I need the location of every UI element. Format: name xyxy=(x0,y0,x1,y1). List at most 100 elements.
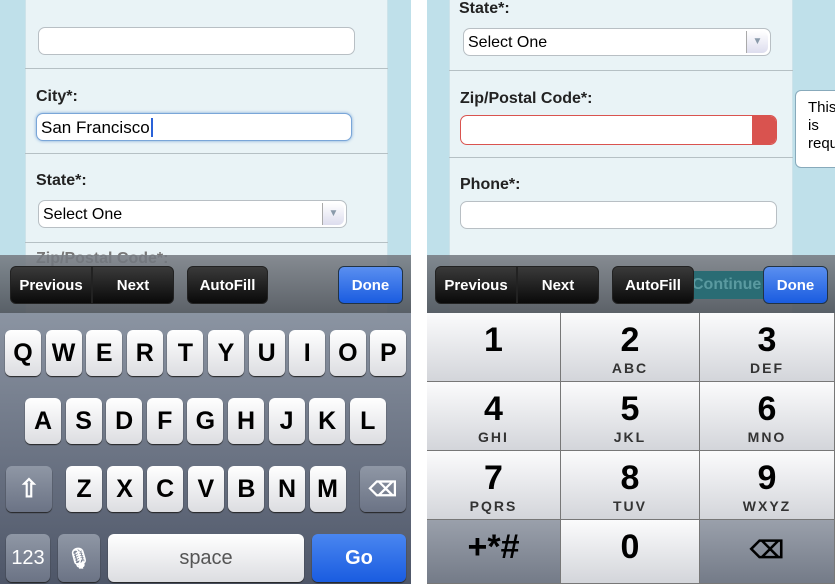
key-digit: 8 xyxy=(620,459,640,497)
key-letters: PQRS xyxy=(469,498,518,514)
keypad-key-0[interactable]: 0 xyxy=(561,520,700,584)
key-h[interactable]: H xyxy=(228,398,264,444)
keypad-key-3[interactable]: 3 DEF xyxy=(700,313,835,382)
key-n[interactable]: N xyxy=(269,466,305,512)
error-icon xyxy=(752,116,776,144)
form-toolbar: Previous Next AutoFill Done xyxy=(0,255,411,313)
key-digit: 7 xyxy=(484,459,503,497)
key-v[interactable]: V xyxy=(187,466,224,512)
space-key[interactable]: space xyxy=(108,534,304,582)
keypad-key-5[interactable]: 5 JKL xyxy=(561,382,700,451)
key-u[interactable]: U xyxy=(248,330,285,376)
microphone-icon: 🎙 xyxy=(66,547,92,570)
city-input[interactable]: San Francisco xyxy=(36,113,352,141)
key-x[interactable]: X xyxy=(106,466,143,512)
keypad-key-6[interactable]: 6 MNO xyxy=(700,382,835,451)
shift-key[interactable]: ⇧ xyxy=(6,466,52,512)
state-value: Select One xyxy=(43,206,123,223)
next-button[interactable]: Next xyxy=(517,266,599,304)
key-o[interactable]: O xyxy=(329,330,366,376)
key-r[interactable]: R xyxy=(126,330,163,376)
key-letters: DEF xyxy=(750,360,784,376)
key-s[interactable]: S xyxy=(65,398,102,444)
key-w[interactable]: W xyxy=(45,330,82,376)
key-k[interactable]: K xyxy=(309,398,346,444)
phone-label: Phone*: xyxy=(460,176,521,193)
key-digit: 5 xyxy=(620,390,640,428)
address-input[interactable] xyxy=(38,27,355,55)
key-digit: 9 xyxy=(757,459,777,497)
keypad-key-2[interactable]: 2 ABC xyxy=(561,313,700,382)
go-key[interactable]: Go xyxy=(312,534,406,582)
done-button[interactable]: Done xyxy=(338,266,403,304)
qwerty-keyboard: Q W E R T Y U I O P A S D F G H J K L Z X C V B N M ⇧ ⌫ 123 🎙 space Go xyxy=(0,313,411,584)
divider xyxy=(25,242,388,243)
previous-button[interactable]: Previous xyxy=(10,266,92,304)
keypad-key-4[interactable]: 4 GHI xyxy=(427,382,561,451)
chevron-down-icon: ▼ xyxy=(322,203,344,225)
keypad-key-9[interactable]: 9 WXYZ xyxy=(700,451,835,520)
backspace-icon: ⌫ xyxy=(750,537,784,564)
previous-button[interactable]: Previous xyxy=(435,266,517,304)
done-button[interactable]: Done xyxy=(763,266,828,304)
keypad-key-+*#[interactable]: +*# xyxy=(427,520,561,584)
key-l[interactable]: L xyxy=(349,398,386,444)
backspace-key[interactable]: ⌫ xyxy=(360,466,406,512)
key-b[interactable]: B xyxy=(228,466,265,512)
key-a[interactable]: A xyxy=(25,398,61,444)
key-digit: 1 xyxy=(484,321,503,359)
state-select[interactable]: Select One ▼ xyxy=(463,28,771,56)
dictation-key[interactable]: 🎙 xyxy=(58,534,100,582)
key-digit: +*# xyxy=(467,528,520,566)
state-select[interactable]: Select One ▼ xyxy=(38,200,347,228)
key-letters: GHI xyxy=(478,429,509,445)
zip-input[interactable] xyxy=(460,115,777,145)
key-y[interactable]: Y xyxy=(208,330,244,376)
key-digit: 3 xyxy=(757,321,777,359)
keypad-key-7[interactable]: 7 PQRS xyxy=(427,451,561,520)
key-digit: 0 xyxy=(620,528,640,566)
autofill-button[interactable]: AutoFill xyxy=(187,266,268,304)
key-letters: WXYZ xyxy=(742,498,792,514)
keypad-key-1[interactable]: 1 xyxy=(427,313,561,382)
key-letters: TUV xyxy=(613,498,647,514)
form-toolbar: Continue Previous Next AutoFill Done xyxy=(427,255,835,313)
autofill-button[interactable]: AutoFill xyxy=(612,266,694,304)
key-z[interactable]: Z xyxy=(66,466,102,512)
key-q[interactable]: Q xyxy=(5,330,41,376)
key-d[interactable]: D xyxy=(106,398,143,444)
left-screen: City*: San Francisco State*: Select One ▼… xyxy=(0,0,411,584)
right-screen: State*: Select One ▼ Zip/Postal Code*: Th… xyxy=(427,0,835,584)
key-p[interactable]: P xyxy=(370,330,407,376)
key-t[interactable]: T xyxy=(167,330,204,376)
keypad-delete-key[interactable]: ⌫ xyxy=(700,520,835,584)
numbers-key[interactable]: 123 xyxy=(6,534,50,582)
state-value: Select One xyxy=(468,34,548,51)
key-digit: 6 xyxy=(757,390,777,428)
key-m[interactable]: M xyxy=(309,466,346,512)
continue-button[interactable]: Continue xyxy=(692,271,772,299)
key-j[interactable]: J xyxy=(268,398,305,444)
divider xyxy=(449,157,793,158)
city-value: San Francisco xyxy=(41,118,150,137)
state-label: State*: xyxy=(36,172,87,189)
key-f[interactable]: F xyxy=(146,398,183,444)
backspace-icon: ⌫ xyxy=(368,478,398,501)
phone-input[interactable] xyxy=(460,201,777,229)
key-i[interactable]: I xyxy=(289,330,326,376)
keypad-key-8[interactable]: 8 TUV xyxy=(561,451,700,520)
error-tooltip: This is requ xyxy=(795,90,835,168)
key-letters: MNO xyxy=(747,429,787,445)
next-button[interactable]: Next xyxy=(92,266,174,304)
zip-label: Zip/Postal Code*: xyxy=(460,90,593,107)
state-label: State*: xyxy=(459,0,510,17)
key-c[interactable]: C xyxy=(147,466,184,512)
city-label: City*: xyxy=(36,88,78,105)
key-e[interactable]: E xyxy=(86,330,123,376)
key-letters: ABC xyxy=(611,360,649,376)
chevron-down-icon: ▼ xyxy=(746,31,768,53)
key-g[interactable]: G xyxy=(187,398,224,444)
text-cursor xyxy=(150,118,153,137)
number-pad: 1 2 ABC 3 DEF 4 GHI 5 JKL 6 MNO 7 PQRS 8 TUV 9 WXYZ +*# 0 ⌫ xyxy=(427,313,835,584)
key-digit: 4 xyxy=(484,390,503,428)
